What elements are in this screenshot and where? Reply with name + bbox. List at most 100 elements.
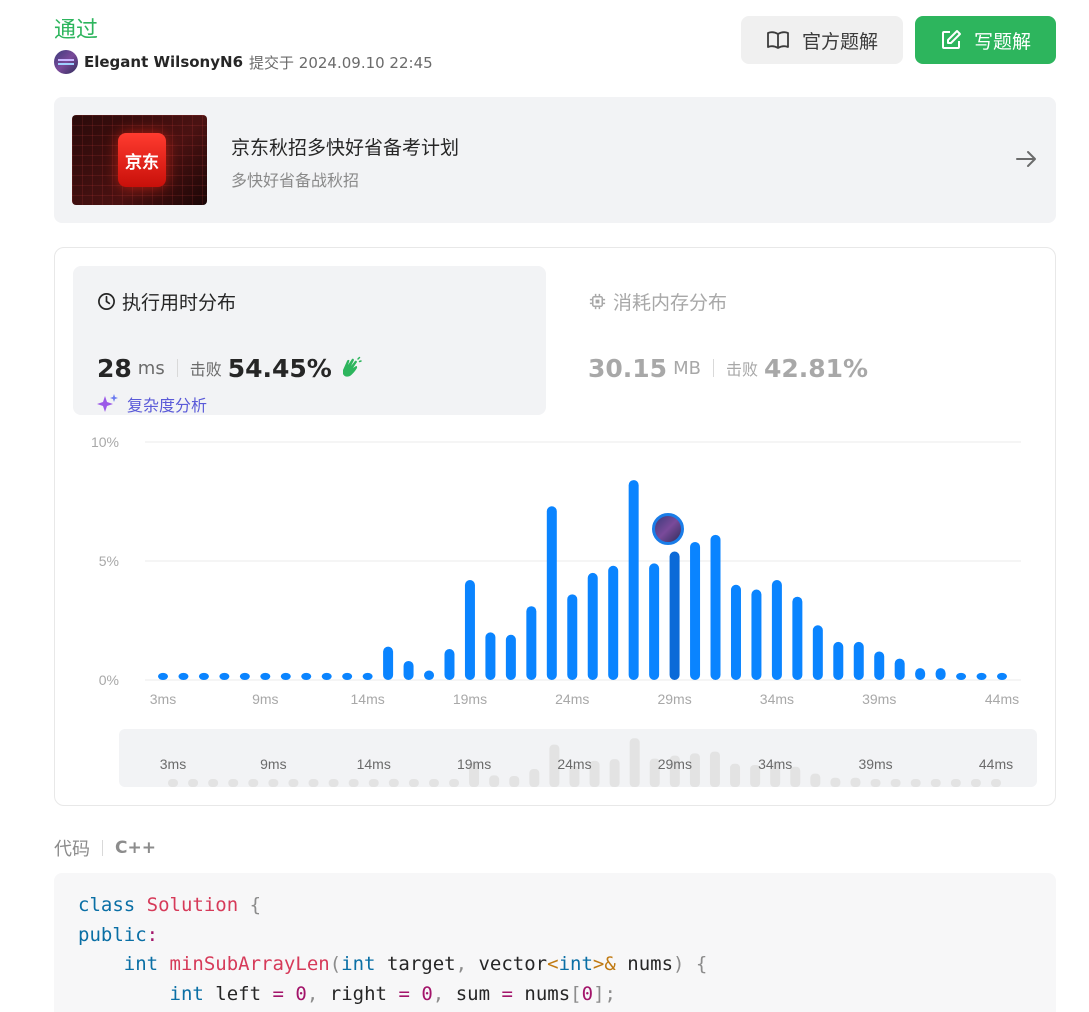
submitter-info: Elegant WilsonyN6 提交于 2024.09.10 22:45 [54,50,433,74]
bar [178,672,189,680]
mini-bar [890,779,901,787]
mini-tick-label: 29ms [658,756,692,772]
bar [219,672,230,680]
mini-tick-label: 19ms [457,756,491,772]
mini-bar [930,779,941,787]
banner-title: 京东秋招多快好省备考计划 [231,137,460,159]
bar [362,672,373,680]
x-tick-label: 19ms [453,691,487,707]
performance-card: 执行用时分布 28 ms 击败 54.45% 复杂度分析 消耗内存分布 30.1… [54,247,1056,806]
bar [874,651,885,680]
mini-bar [428,779,439,787]
mini-tick-label: 14ms [357,756,391,772]
bar [587,572,598,680]
mini-bar [950,779,961,787]
banner-image: 京东 [72,115,207,205]
bar [956,672,967,680]
bar [403,660,414,680]
banner-subtitle: 多快好省备战秋招 [231,171,360,190]
bar [198,672,209,680]
mini-bar [489,775,500,787]
bar [260,672,271,680]
x-tick-label: 34ms [760,691,794,707]
mini-bar [991,779,1001,787]
write-solution-button[interactable]: 写题解 [915,16,1056,64]
bar [730,584,741,680]
mini-bar [288,779,299,787]
mini-bar [609,759,620,787]
mini-bar [910,779,921,787]
write-solution-label: 写题解 [973,30,1031,53]
bar [976,672,987,680]
bar [342,672,353,680]
my-submission-avatar[interactable] [652,513,684,545]
bar [485,632,496,680]
submit-time: 提交于 2024.09.10 22:45 [249,53,433,72]
x-tick-label: 39ms [862,691,896,707]
bar [464,580,475,680]
arrow-right-icon[interactable] [1014,147,1038,171]
divider [102,840,103,856]
bar [690,541,701,680]
bar [239,672,250,680]
mini-bar [970,779,981,787]
bar [997,672,1007,680]
submission-status: 通过 [54,18,99,43]
mini-bar [850,777,861,787]
avatar[interactable] [54,50,78,74]
runtime-distribution-chart[interactable]: 10% 5% 0% 3ms 9ms 14ms 19ms 24ms 29ms 34ms 39ms 44m… [55,248,1057,807]
mini-bar [730,763,741,787]
mini-bar [248,779,259,787]
x-tick-label: 14ms [351,691,385,707]
mini-tick-label: 44ms [979,756,1013,772]
mini-tick-label: 39ms [858,756,892,772]
y-tick-label: 5% [99,553,119,569]
x-tick-label: 9ms [252,691,278,707]
bar [301,672,312,680]
bar [158,672,168,680]
bar [321,672,332,680]
bar [567,594,578,680]
x-tick-label: 3ms [150,691,176,707]
mini-bar [168,779,178,787]
bar [424,670,435,680]
mini-bar [188,779,199,787]
code-header: 代码 C++ [54,836,156,860]
bar [608,565,619,680]
jd-logo: 京东 [118,133,166,187]
mini-tick-label: 24ms [557,756,591,772]
mini-bar [629,738,640,787]
bar [546,506,557,680]
code-block[interactable]: class Solution { public: int minSubArray… [54,873,1056,1012]
y-tick-label: 10% [91,434,119,450]
mini-bar [208,779,219,787]
submitter-name[interactable]: Elegant WilsonyN6 [84,53,243,71]
official-solution-button[interactable]: 官方题解 [741,16,903,64]
bar [812,625,823,680]
bar [444,649,455,680]
mini-bar [328,779,339,787]
y-tick-label: 0% [99,672,119,688]
mini-bar [830,777,841,787]
code-language: C++ [115,838,156,858]
bar [526,606,537,680]
bar [792,596,803,680]
mini-tick-label: 34ms [758,756,792,772]
mini-bar [709,751,720,787]
code-label: 代码 [54,839,90,860]
mini-bar [268,779,279,787]
promo-banner[interactable]: 京东 京东秋招多快好省备考计划 多快好省备战秋招 [54,97,1056,223]
mini-bar [348,779,359,787]
bar [771,580,782,680]
x-tick-label: 44ms [985,691,1019,707]
bar [915,668,926,680]
mini-bar [529,769,540,787]
mini-tick-label: 3ms [160,756,186,772]
edit-icon [941,30,961,49]
bar [751,589,762,680]
mini-bar [870,779,881,787]
bar [894,658,905,680]
book-icon [767,31,789,49]
official-solution-label: 官方题解 [801,30,878,53]
mini-bar [509,775,520,787]
